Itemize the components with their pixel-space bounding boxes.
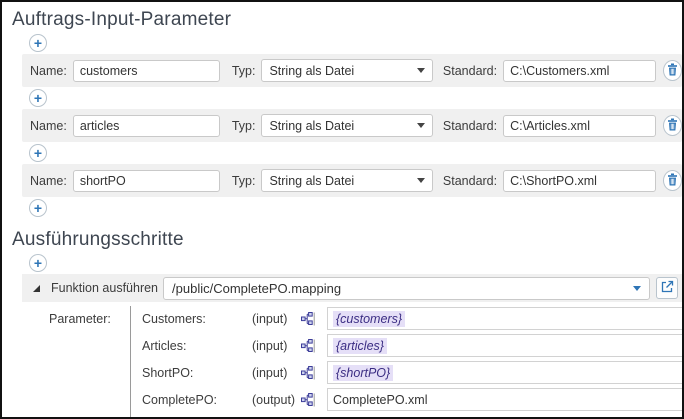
step-parameter-row-articles: Articles: (input) {articles}	[22, 332, 682, 359]
add-parameter-row-2: +	[29, 144, 682, 162]
input-parameters-title: Auftrags-Input-Parameter	[12, 9, 682, 31]
parameter-value-field[interactable]: {shortPO}	[327, 361, 684, 384]
default-label: Standard:	[443, 119, 497, 133]
function-path-value: /public/CompletePO.mapping	[172, 281, 341, 296]
parameter-name: Customers:	[130, 312, 252, 326]
parameter-name: Articles:	[130, 339, 252, 353]
parameter-value-field[interactable]: {articles}	[327, 334, 684, 357]
parameter-value: {customers}	[333, 311, 405, 327]
parameter-type-select[interactable]: String als Datei	[261, 169, 432, 192]
parameter-row-shortpo: Name: Typ: String als Datei Standard:	[22, 164, 682, 197]
trash-icon	[667, 118, 678, 134]
parameter-type-select[interactable]: String als Datei	[261, 114, 432, 137]
set-expression-icon[interactable]	[301, 312, 327, 326]
add-parameter-row-3: +	[29, 199, 682, 217]
parameter-direction: (input)	[252, 339, 301, 353]
step-parameter-row-customers: Parameter: Customers: (input) {customers…	[22, 305, 682, 332]
chevron-down-icon	[417, 68, 425, 73]
parameter-value: CompletePO.xml	[333, 393, 427, 407]
execution-steps-title: Ausführungsschritte	[12, 229, 682, 251]
parameter-name-input[interactable]	[73, 60, 220, 82]
set-expression-icon[interactable]	[301, 339, 327, 353]
chevron-down-icon	[417, 178, 425, 183]
trash-icon	[667, 173, 678, 189]
type-label: Typ:	[232, 64, 256, 78]
parameter-value-field[interactable]: {customers}	[327, 307, 684, 330]
step-parameter-row-completepo: CompletePO: (output) CompletePO.xml	[22, 386, 682, 413]
add-parameter-row-1: +	[29, 89, 682, 107]
add-step-button[interactable]: +	[29, 254, 47, 272]
set-expression-icon[interactable]	[301, 393, 327, 407]
parameter-name-input[interactable]	[73, 170, 220, 192]
name-label: Name:	[30, 119, 67, 133]
delete-parameter-button[interactable]	[663, 115, 682, 136]
selected-type-value: String als Datei	[269, 64, 354, 78]
name-label: Name:	[30, 174, 67, 188]
trash-icon	[667, 63, 678, 79]
delete-parameter-button[interactable]	[663, 60, 682, 81]
step-parameters-block: Parameter: Customers: (input) {customers…	[22, 302, 682, 419]
add-parameter-button[interactable]: +	[29, 199, 47, 217]
selected-type-value: String als Datei	[269, 119, 354, 133]
delete-parameter-button[interactable]	[663, 170, 682, 191]
parameter-direction: (input)	[252, 366, 301, 380]
type-label: Typ:	[232, 174, 256, 188]
selected-type-value: String als Datei	[269, 174, 354, 188]
execution-step-header: Funktion ausführen /public/CompletePO.ma…	[22, 274, 682, 302]
parameter-default-input[interactable]	[503, 60, 656, 82]
parameter-default-input[interactable]	[503, 115, 656, 137]
parameter-value-field[interactable]: CompletePO.xml	[327, 388, 684, 411]
add-step-row: +	[29, 254, 682, 272]
add-parameter-button[interactable]: +	[29, 89, 47, 107]
job-configuration-panel: Auftrags-Input-Parameter + Name: Typ: St…	[0, 0, 684, 419]
working-directory-row: Working-directory: +	[22, 413, 682, 419]
parameter-direction: (input)	[252, 312, 301, 326]
parameter-name: ShortPO:	[130, 366, 252, 380]
parameters-divider	[130, 306, 131, 419]
external-link-icon	[661, 280, 674, 296]
parameter-type-select[interactable]: String als Datei	[261, 59, 432, 82]
function-path-combobox[interactable]: /public/CompletePO.mapping	[163, 277, 650, 300]
step-parameter-row-shortpo: ShortPO: (input) {shortPO}	[22, 359, 682, 386]
collapse-expander-icon[interactable]	[33, 285, 40, 292]
parameter-row-customers: Name: Typ: String als Datei Standard:	[22, 54, 682, 87]
name-label: Name:	[30, 64, 67, 78]
add-parameter-row-0: +	[29, 34, 682, 52]
parameter-name: CompletePO:	[130, 393, 252, 407]
add-parameter-button[interactable]: +	[29, 34, 47, 52]
step-type-label: Funktion ausführen	[51, 281, 158, 295]
add-parameter-button[interactable]: +	[29, 144, 47, 162]
parameters-label: Parameter:	[22, 312, 130, 326]
parameter-direction: (output)	[252, 393, 301, 407]
default-label: Standard:	[443, 64, 497, 78]
set-expression-icon[interactable]	[301, 366, 327, 380]
parameter-value: {articles}	[333, 338, 387, 354]
chevron-down-icon	[633, 286, 641, 291]
parameter-row-articles: Name: Typ: String als Datei Standard:	[22, 109, 682, 142]
open-function-button[interactable]	[656, 277, 678, 299]
type-label: Typ:	[232, 119, 256, 133]
default-label: Standard:	[443, 174, 497, 188]
parameter-name-input[interactable]	[73, 115, 220, 137]
parameter-value: {shortPO}	[333, 365, 393, 381]
parameter-default-input[interactable]	[503, 170, 656, 192]
chevron-down-icon	[417, 123, 425, 128]
